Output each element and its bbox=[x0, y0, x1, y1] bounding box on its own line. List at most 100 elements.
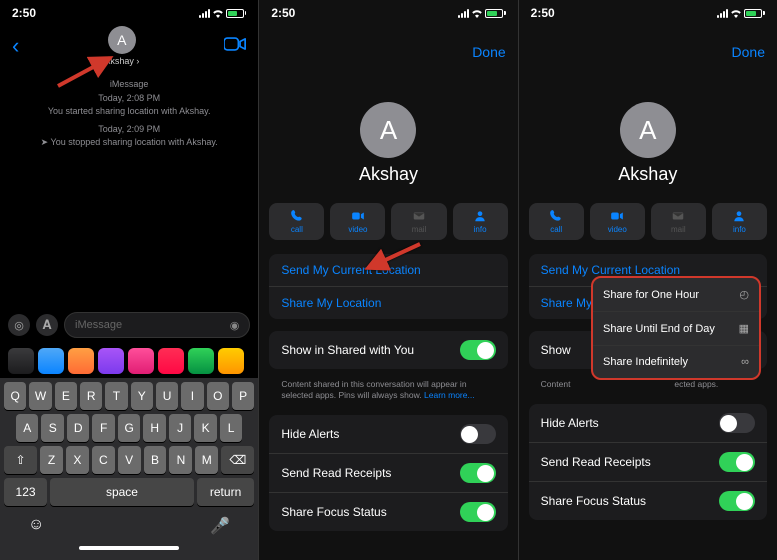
show-shared-row[interactable]: Show in Shared with You bbox=[269, 331, 507, 369]
key-a[interactable]: A bbox=[16, 414, 38, 442]
hide-alerts-row[interactable]: Hide Alerts bbox=[269, 415, 507, 453]
backspace-key[interactable]: ⌫ bbox=[221, 446, 254, 474]
calendar-icon: ▦ bbox=[739, 322, 749, 335]
toggle[interactable] bbox=[460, 463, 496, 483]
app-music[interactable] bbox=[158, 348, 184, 374]
key-l[interactable]: L bbox=[220, 414, 242, 442]
key-k[interactable]: K bbox=[194, 414, 216, 442]
learn-more-link[interactable]: Learn more... bbox=[424, 390, 475, 400]
toggle[interactable] bbox=[719, 452, 755, 472]
focus-status-row[interactable]: Share Focus Status bbox=[529, 481, 767, 520]
status-time: 2:50 bbox=[271, 6, 295, 20]
alerts-card: Hide Alerts Send Read Receipts Share Foc… bbox=[269, 415, 507, 531]
battery-icon bbox=[226, 9, 247, 18]
key-e[interactable]: E bbox=[55, 382, 77, 410]
key-b[interactable]: B bbox=[144, 446, 167, 474]
share-my-location[interactable]: Share My Location bbox=[269, 286, 507, 319]
signal-icon bbox=[199, 9, 210, 18]
toggle[interactable] bbox=[719, 413, 755, 433]
dictate-icon[interactable]: ◉ bbox=[230, 319, 240, 332]
info-button[interactable]: info bbox=[712, 203, 767, 240]
key-o[interactable]: O bbox=[207, 382, 229, 410]
key-f[interactable]: F bbox=[92, 414, 114, 442]
toggle[interactable] bbox=[460, 340, 496, 360]
keyboard[interactable]: QWERTYUIOP ASDFGHJKL ⇧ ZXCVBNM ⌫ 123 spa… bbox=[0, 378, 258, 560]
app-more[interactable] bbox=[218, 348, 244, 374]
toggle[interactable] bbox=[460, 424, 496, 444]
share-one-hour[interactable]: Share for One Hour◴ bbox=[593, 278, 759, 311]
key-i[interactable]: I bbox=[181, 382, 203, 410]
numbers-key[interactable]: 123 bbox=[4, 478, 47, 506]
thread-header: iMessage bbox=[14, 78, 244, 92]
message-input[interactable]: iMessage ◉ bbox=[64, 312, 250, 338]
key-c[interactable]: C bbox=[92, 446, 115, 474]
status-bar: 2:50 bbox=[259, 0, 517, 26]
video-button[interactable]: video bbox=[330, 203, 385, 240]
camera-button[interactable]: ◎ bbox=[8, 314, 30, 336]
key-n[interactable]: N bbox=[169, 446, 192, 474]
key-w[interactable]: W bbox=[29, 382, 51, 410]
key-u[interactable]: U bbox=[156, 382, 178, 410]
app-sticker[interactable] bbox=[98, 348, 124, 374]
appstore-button[interactable]: 𝐀 bbox=[36, 314, 58, 336]
key-q[interactable]: Q bbox=[4, 382, 26, 410]
key-p[interactable]: P bbox=[232, 382, 254, 410]
battery-icon bbox=[485, 9, 506, 18]
status-bar: 2:50 bbox=[519, 0, 777, 26]
key-z[interactable]: Z bbox=[40, 446, 63, 474]
home-indicator[interactable] bbox=[79, 546, 179, 550]
key-h[interactable]: H bbox=[143, 414, 165, 442]
key-m[interactable]: M bbox=[195, 446, 218, 474]
return-key[interactable]: return bbox=[197, 478, 254, 506]
hide-alerts-row[interactable]: Hide Alerts bbox=[529, 404, 767, 442]
key-j[interactable]: J bbox=[169, 414, 191, 442]
app-memoji[interactable] bbox=[68, 348, 94, 374]
focus-status-row[interactable]: Share Focus Status bbox=[269, 492, 507, 531]
system-message: ➤ You stopped sharing location with Aksh… bbox=[14, 136, 244, 150]
send-current-location[interactable]: Send My Current Location bbox=[269, 254, 507, 286]
share-indefinitely[interactable]: Share Indefinitely∞ bbox=[593, 345, 759, 378]
app-rail[interactable] bbox=[0, 344, 258, 378]
contact-header[interactable]: A Akshay › bbox=[104, 26, 139, 66]
read-receipts-row[interactable]: Send Read Receipts bbox=[529, 442, 767, 481]
shift-key[interactable]: ⇧ bbox=[4, 446, 37, 474]
nav-bar: Done bbox=[519, 32, 777, 72]
info-button[interactable]: info bbox=[453, 203, 508, 240]
video-button[interactable]: video bbox=[590, 203, 645, 240]
app-cash[interactable] bbox=[188, 348, 214, 374]
app-photos[interactable] bbox=[8, 348, 34, 374]
avatar[interactable]: A bbox=[360, 102, 416, 158]
signal-icon bbox=[458, 9, 469, 18]
nav-bar: Done bbox=[259, 32, 517, 72]
app-store[interactable] bbox=[38, 348, 64, 374]
profile: A Akshay bbox=[519, 72, 777, 195]
space-key[interactable]: space bbox=[50, 478, 194, 506]
key-v[interactable]: V bbox=[118, 446, 141, 474]
wifi-icon bbox=[471, 9, 483, 18]
key-t[interactable]: T bbox=[105, 382, 127, 410]
toggle[interactable] bbox=[460, 502, 496, 522]
read-receipts-row[interactable]: Send Read Receipts bbox=[269, 453, 507, 492]
key-x[interactable]: X bbox=[66, 446, 89, 474]
call-button[interactable]: call bbox=[269, 203, 324, 240]
wifi-icon bbox=[212, 9, 224, 18]
key-s[interactable]: S bbox=[41, 414, 63, 442]
key-g[interactable]: G bbox=[118, 414, 140, 442]
emoji-key[interactable]: ☺ bbox=[28, 516, 44, 536]
wifi-icon bbox=[730, 9, 742, 18]
status-time: 2:50 bbox=[531, 6, 555, 20]
facetime-button[interactable] bbox=[224, 36, 246, 57]
done-button[interactable]: Done bbox=[472, 44, 505, 60]
toggle[interactable] bbox=[719, 491, 755, 511]
call-button[interactable]: call bbox=[529, 203, 584, 240]
key-d[interactable]: D bbox=[67, 414, 89, 442]
app-digital-touch[interactable] bbox=[128, 348, 154, 374]
avatar[interactable]: A bbox=[620, 102, 676, 158]
mic-key[interactable]: 🎤 bbox=[210, 516, 230, 536]
share-end-of-day[interactable]: Share Until End of Day▦ bbox=[593, 311, 759, 345]
back-button[interactable]: ‹ bbox=[12, 33, 19, 59]
key-y[interactable]: Y bbox=[131, 382, 153, 410]
key-r[interactable]: R bbox=[80, 382, 102, 410]
contact-details-screen-menu: 2:50 Done A Akshay call video mail info … bbox=[519, 0, 777, 560]
done-button[interactable]: Done bbox=[732, 44, 765, 60]
